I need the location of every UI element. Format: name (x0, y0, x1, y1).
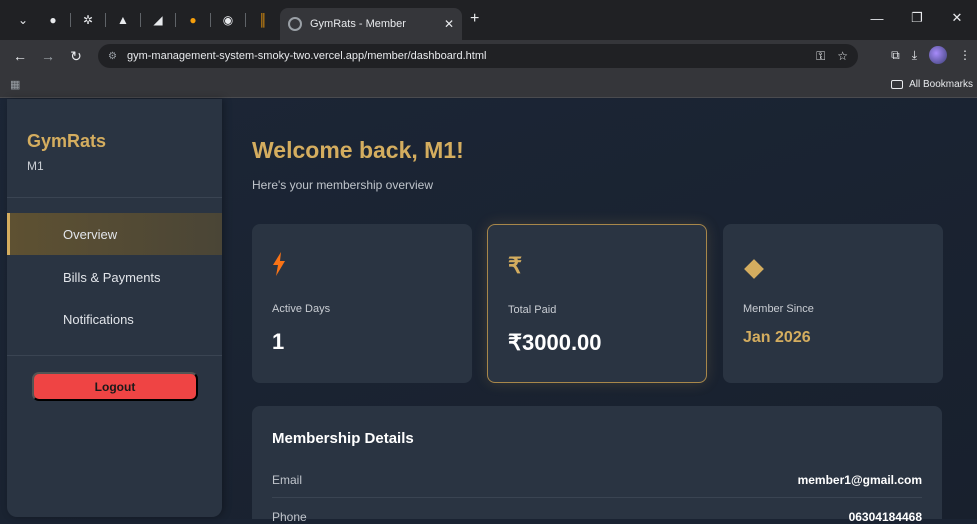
profile-avatar[interactable] (929, 46, 947, 64)
stat-card-total-paid: ₹ Total Paid ₹3000.00 (487, 224, 707, 383)
forward-icon[interactable]: → (34, 48, 62, 64)
restore-icon[interactable]: ❐ (897, 10, 937, 26)
drive-icon[interactable]: ▲ (112, 9, 134, 31)
all-bookmarks-button[interactable]: All Bookmarks (891, 79, 973, 90)
stat-card-member-since: Member Since Jan 2026 (723, 224, 943, 383)
user-name: M1 (27, 159, 44, 173)
stat-label: Total Paid (508, 304, 557, 316)
apps-grid-icon[interactable]: ▦ (10, 78, 20, 91)
sidebar-item-overview[interactable]: Overview (7, 213, 222, 255)
sidebar-item-bills-payments[interactable]: Bills & Payments (7, 256, 222, 298)
menu-kebab-icon[interactable]: ⋮ (959, 48, 971, 62)
stat-label: Active Days (272, 303, 331, 315)
firebase-icon[interactable]: ● (182, 9, 204, 31)
brand-logo: GymRats (27, 131, 107, 151)
address-bar-row: ← → ↻ ⚙ gym-management-system-smoky-two.… (0, 40, 977, 72)
browser-tab-bar: ⌄ ● ✲ ▲ ◢ ● ◉ ║ GymRats - Member ✕ + — ❐… (0, 0, 977, 40)
detail-value: 06304184468 (848, 510, 922, 524)
window-controls: — ❐ ✕ (857, 0, 977, 36)
minimize-icon[interactable]: — (857, 11, 897, 26)
pinned-tabs: ⌄ ● ✲ ▲ ◢ ● ◉ ║ (0, 0, 278, 40)
password-key-icon[interactable]: ⚿ (816, 49, 825, 64)
tab-title: GymRats - Member (310, 18, 406, 30)
detail-row-email: Email member1@gmail.com (272, 473, 922, 487)
tab-search-icon[interactable]: ⌄ (12, 9, 34, 31)
detail-key: Phone (272, 510, 307, 524)
all-bookmarks-label: All Bookmarks (909, 79, 973, 90)
extension-icon[interactable]: ◉ (217, 9, 239, 31)
bookmarks-bar: ▦ All Bookmarks (0, 72, 977, 98)
page-title: Welcome back, M1! (252, 137, 464, 163)
sidebar-item-label: Overview (63, 226, 118, 242)
detail-value: member1@gmail.com (797, 473, 922, 487)
stat-label: Member Since (743, 303, 814, 315)
site-info-icon[interactable]: ⚙ (108, 51, 117, 62)
bookmark-star-icon[interactable]: ☆ (837, 49, 848, 64)
sidebar: GymRats M1 Overview Bills & Payments Not… (7, 99, 222, 517)
page-content: GymRats M1 Overview Bills & Payments Not… (0, 99, 977, 524)
github-icon[interactable]: ● (42, 9, 64, 31)
divider (7, 197, 222, 198)
back-icon[interactable]: ← (6, 48, 34, 64)
detail-key: Email (272, 473, 303, 487)
new-tab-button[interactable]: + (470, 10, 479, 28)
sidebar-item-notifications[interactable]: Notifications (7, 298, 222, 340)
main-content: Welcome back, M1! Here's your membership… (252, 99, 952, 524)
divider (272, 497, 922, 498)
detail-row-phone: Phone 06304184468 (272, 510, 922, 524)
sidebar-item-label: Notifications (63, 311, 134, 327)
stat-value: ₹3000.00 (508, 330, 602, 355)
download-icon[interactable]: ⤓ (912, 48, 917, 63)
analytics-icon[interactable]: ║ (252, 9, 274, 31)
stat-value: 1 (272, 329, 285, 354)
stat-value: Jan 2026 (743, 329, 811, 346)
stat-card-active-days: Active Days 1 (252, 224, 472, 383)
reload-icon[interactable]: ↻ (62, 48, 90, 65)
close-tab-icon[interactable]: ✕ (444, 17, 454, 31)
extensions-icon[interactable]: ⧉ (891, 48, 900, 63)
rupee-icon: ₹ (508, 253, 522, 278)
vercel-icon[interactable]: ◢ (147, 9, 169, 31)
sidebar-item-label: Bills & Payments (63, 269, 161, 285)
diamond-icon (744, 259, 764, 279)
folder-icon (891, 80, 904, 89)
page-subtitle: Here's your membership overview (252, 178, 434, 192)
url-field[interactable]: ⚙ gym-management-system-smoky-two.vercel… (98, 44, 858, 68)
section-title: Membership Details (272, 430, 414, 447)
url-text: gym-management-system-smoky-two.vercel.a… (126, 50, 487, 62)
close-window-icon[interactable]: ✕ (937, 10, 977, 26)
lightning-bolt-icon (272, 252, 286, 283)
logout-button[interactable]: Logout (32, 372, 198, 401)
divider (7, 355, 222, 356)
globe-icon (288, 17, 302, 31)
membership-details-panel: Membership Details Email member1@gmail.c… (252, 406, 942, 524)
chatgpt-icon[interactable]: ✲ (77, 9, 99, 31)
active-tab[interactable]: GymRats - Member ✕ (280, 8, 462, 40)
